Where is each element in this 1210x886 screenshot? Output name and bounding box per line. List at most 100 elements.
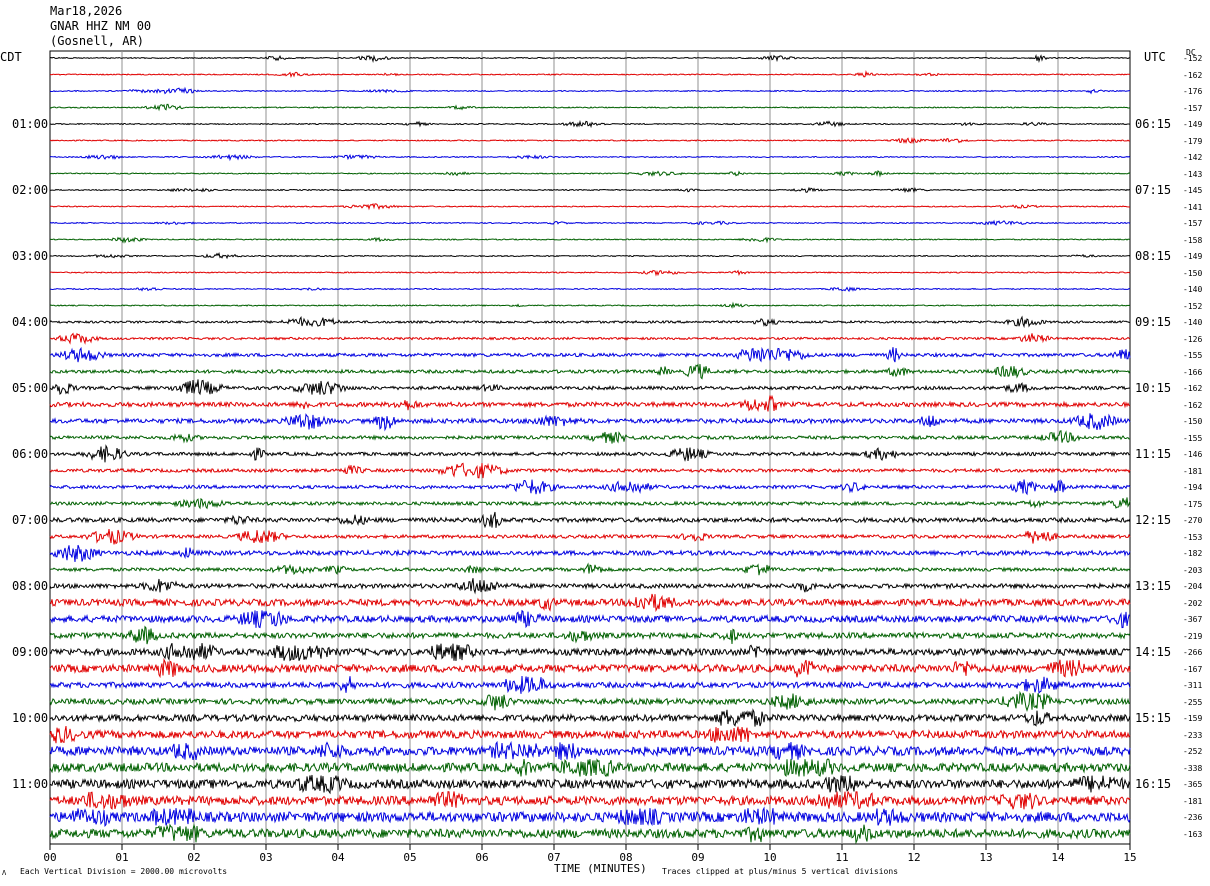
cdt-hour-label: 04:00: [12, 315, 49, 329]
seismic-trace: [49, 479, 1131, 496]
seismic-trace: [49, 774, 1131, 795]
seismic-trace: [49, 593, 1131, 613]
cdt-hour-label: 07:00: [12, 513, 49, 527]
footer-mark: Λ: [2, 869, 7, 877]
seismic-trace: [49, 202, 1131, 211]
x-tick-label: 03: [259, 851, 273, 864]
seismic-trace: [49, 609, 1131, 629]
seismic-trace: [49, 430, 1131, 444]
dc-offset-value: -255: [1183, 697, 1203, 707]
dc-offset-value: -153: [1183, 532, 1203, 542]
dc-offset-value: -152: [1183, 54, 1203, 63]
dc-offset-value: -166: [1183, 367, 1203, 377]
x-tick-label: 13: [979, 851, 993, 864]
cdt-hour-label: 08:00: [12, 579, 49, 593]
dc-offset-value: -181: [1183, 466, 1203, 476]
dc-offset-value: -152: [1183, 301, 1203, 311]
dc-offset-value: -202: [1183, 598, 1203, 608]
utc-hour-label: 15:15: [1135, 711, 1172, 725]
dc-offset-value: -149: [1183, 252, 1203, 261]
dc-offset-value: -141: [1183, 202, 1203, 212]
seismic-trace: [49, 806, 1131, 828]
utc-hour-label: 10:15: [1135, 381, 1172, 395]
plot-frame: [49, 50, 1131, 845]
seismic-trace: [49, 511, 1131, 529]
seismic-trace: [49, 675, 1131, 694]
utc-hour-label: 14:15: [1135, 645, 1172, 659]
dc-offset-value: -150: [1183, 417, 1203, 426]
dc-offset-value: -159: [1183, 714, 1203, 723]
helicorder-plot: [49, 50, 1131, 850]
cdt-hour-label: 11:00: [12, 777, 49, 791]
utc-hour-label: 06:15: [1135, 117, 1172, 131]
seismic-trace: [49, 444, 1131, 463]
x-tick-label: 09: [691, 851, 705, 864]
seismic-trace: [49, 86, 1130, 95]
seismic-trace: [49, 54, 1131, 64]
seismic-trace: [49, 379, 1131, 396]
x-tick-label: 15: [1123, 851, 1137, 864]
utc-hour-label: 09:15: [1135, 315, 1172, 329]
dc-offset-value: -142: [1183, 153, 1203, 162]
dc-offset-value: -311: [1183, 681, 1203, 690]
cdt-hour-label: 10:00: [12, 711, 49, 725]
dc-offset-value: -175: [1183, 499, 1203, 509]
utc-hour-label: 08:15: [1135, 249, 1172, 263]
seismic-trace: [49, 497, 1131, 510]
dc-offset-value: -149: [1183, 120, 1203, 129]
dc-offset-value: -145: [1183, 186, 1203, 195]
seismic-trace: [49, 170, 1131, 178]
utc-hour-label: 07:15: [1135, 183, 1172, 197]
dc-offset-value: -167: [1183, 664, 1203, 674]
cdt-hour-label: 05:00: [12, 381, 49, 395]
dc-offset-value: -158: [1183, 235, 1203, 245]
seismic-trace: [49, 790, 1131, 811]
seismic-trace: [49, 529, 1131, 545]
cdt-hour-label: 06:00: [12, 447, 49, 461]
dc-offset-value: -162: [1183, 400, 1203, 410]
seismic-trace: [49, 690, 1131, 713]
utc-hour-label: 16:15: [1135, 777, 1172, 791]
seismic-trace: [49, 252, 1131, 260]
seismic-trace: [49, 70, 1131, 78]
dc-offset-value: -155: [1183, 351, 1203, 360]
dc-offset-value: -146: [1183, 450, 1203, 459]
seismic-trace: [49, 236, 1131, 244]
x-tick-label: 02: [187, 851, 201, 864]
cdt-hour-label: 09:00: [12, 645, 49, 659]
x-tick-label: 10: [763, 851, 777, 864]
cdt-hour-label: 03:00: [12, 249, 49, 263]
dc-offset-value: -140: [1183, 318, 1203, 327]
seismic-trace: [49, 708, 1131, 727]
x-tick-label: 11: [835, 851, 849, 864]
x-tick-label: 06: [475, 851, 489, 864]
seismic-trace: [49, 153, 1131, 162]
dc-offset-value: -367: [1183, 615, 1203, 624]
dc-offset-value: -204: [1183, 582, 1203, 591]
dc-offset-value: -182: [1183, 549, 1203, 558]
seismic-trace: [49, 346, 1131, 363]
dc-offset-value: -176: [1183, 87, 1203, 96]
dc-offset-value: -233: [1183, 730, 1203, 740]
seismic-trace: [49, 625, 1131, 645]
seismic-trace: [49, 103, 1131, 112]
seismic-trace: [49, 394, 1131, 412]
footer-clip-note: Traces clipped at plus/minus 5 vertical …: [662, 867, 899, 876]
seismic-trace: [49, 136, 1131, 145]
dc-offset-value: -126: [1183, 334, 1203, 344]
dc-offset-value: -163: [1183, 829, 1203, 839]
seismic-trace: [49, 119, 1131, 129]
seismic-trace: [49, 315, 1131, 329]
seismic-trace: [49, 363, 1131, 380]
seismic-trace: [49, 332, 1131, 345]
x-tick-label: 12: [907, 851, 921, 864]
seismic-trace: [49, 578, 1131, 595]
seismic-trace: [49, 726, 1131, 744]
seismic-trace: [49, 219, 1131, 226]
seismic-trace: [49, 286, 1131, 293]
x-axis-title: TIME (MINUTES): [554, 862, 647, 875]
x-tick-label: 01: [115, 851, 129, 864]
utc-hour-label: 13:15: [1135, 579, 1172, 593]
dc-offset-value: -143: [1183, 169, 1203, 179]
dc-offset-value: -179: [1183, 136, 1203, 146]
